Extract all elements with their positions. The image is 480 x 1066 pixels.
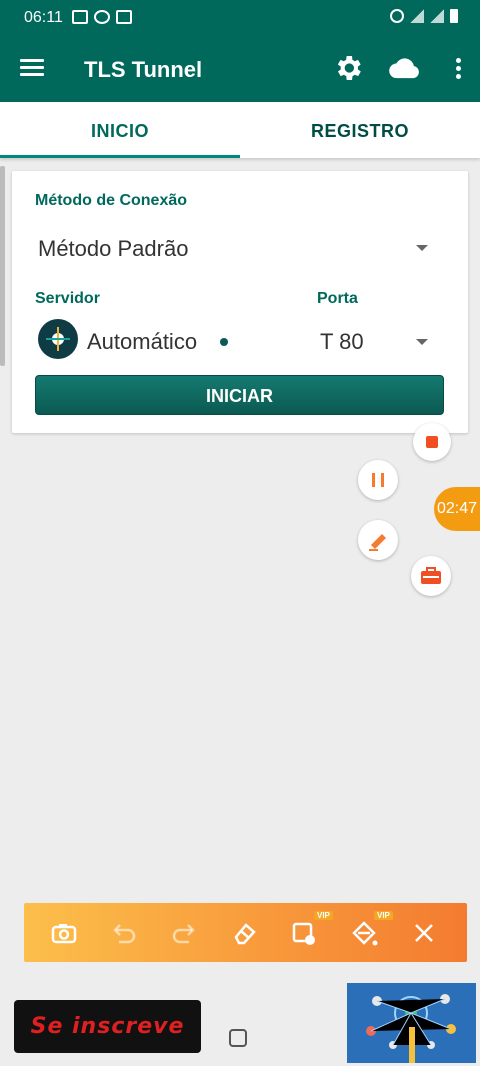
- draw-button[interactable]: [358, 520, 398, 560]
- status-icons: [390, 9, 458, 23]
- menu-icon[interactable]: [20, 59, 44, 77]
- alarm-icon: [390, 9, 404, 23]
- active-tab-indicator: [0, 155, 240, 158]
- pause-icon: [372, 473, 384, 487]
- pause-record-button[interactable]: [358, 460, 398, 500]
- subscribe-banner: Se inscreve: [14, 1000, 201, 1053]
- more-options-icon[interactable]: [456, 58, 462, 80]
- port-label: Porta: [317, 290, 358, 307]
- settings-icon[interactable]: [332, 52, 364, 84]
- camera-icon[interactable]: [50, 919, 78, 947]
- tab-inicio[interactable]: INICIO: [0, 102, 240, 158]
- server-value: Automático: [87, 329, 198, 354]
- port-value: T 80: [320, 329, 364, 354]
- toolbox-icon: [421, 567, 441, 584]
- shape-record-icon[interactable]: [290, 919, 318, 947]
- status-time: 06:11: [24, 9, 63, 26]
- close-icon[interactable]: [410, 919, 438, 947]
- method-label: Método de Conexão: [35, 192, 188, 209]
- toolbox-button[interactable]: [411, 556, 451, 596]
- connection-card: Método de Conexão Método Padrão Servidor…: [12, 171, 468, 433]
- cloud-icon[interactable]: [388, 52, 420, 84]
- battery-icon: [450, 9, 458, 23]
- stop-icon: [426, 436, 438, 448]
- tab-bar: INICIO REGISTRO: [0, 102, 480, 158]
- paint-bucket-icon[interactable]: [350, 919, 378, 947]
- start-button[interactable]: INICIAR: [35, 375, 444, 415]
- signal-icon: [410, 9, 424, 23]
- app-bar: TLS Tunnel: [0, 36, 480, 102]
- redo-icon[interactable]: [170, 919, 198, 947]
- chevron-down-icon: [416, 245, 428, 251]
- scroll-indicator[interactable]: [0, 166, 5, 366]
- screen-recorder-toolbar: VIP VIP: [24, 903, 467, 962]
- stop-record-button[interactable]: [413, 423, 451, 461]
- signal-icon-2: [430, 9, 444, 23]
- server-icon: [38, 319, 78, 359]
- pencil-icon: [369, 534, 386, 551]
- tab-registro[interactable]: REGISTRO: [240, 102, 480, 158]
- app-title: TLS Tunnel: [84, 57, 203, 82]
- video-notification-icon: [72, 10, 88, 24]
- hand-notification-icon: [94, 10, 110, 24]
- notification-icons: [72, 10, 132, 24]
- server-label: Servidor: [35, 290, 100, 307]
- chevron-down-icon: [416, 339, 428, 345]
- status-bar: 06:11: [0, 0, 480, 36]
- network-thumbnail: [347, 983, 476, 1063]
- home-button[interactable]: [229, 1029, 247, 1047]
- method-dropdown[interactable]: Método Padrão: [32, 227, 452, 267]
- eraser-icon[interactable]: [230, 919, 258, 947]
- app-notification-icon: [116, 10, 132, 24]
- record-timer[interactable]: 02:47: [434, 487, 480, 531]
- status-dot: [220, 338, 228, 346]
- undo-icon[interactable]: [110, 919, 138, 947]
- method-value: Método Padrão: [38, 236, 189, 261]
- port-dropdown[interactable]: T 80: [312, 321, 452, 361]
